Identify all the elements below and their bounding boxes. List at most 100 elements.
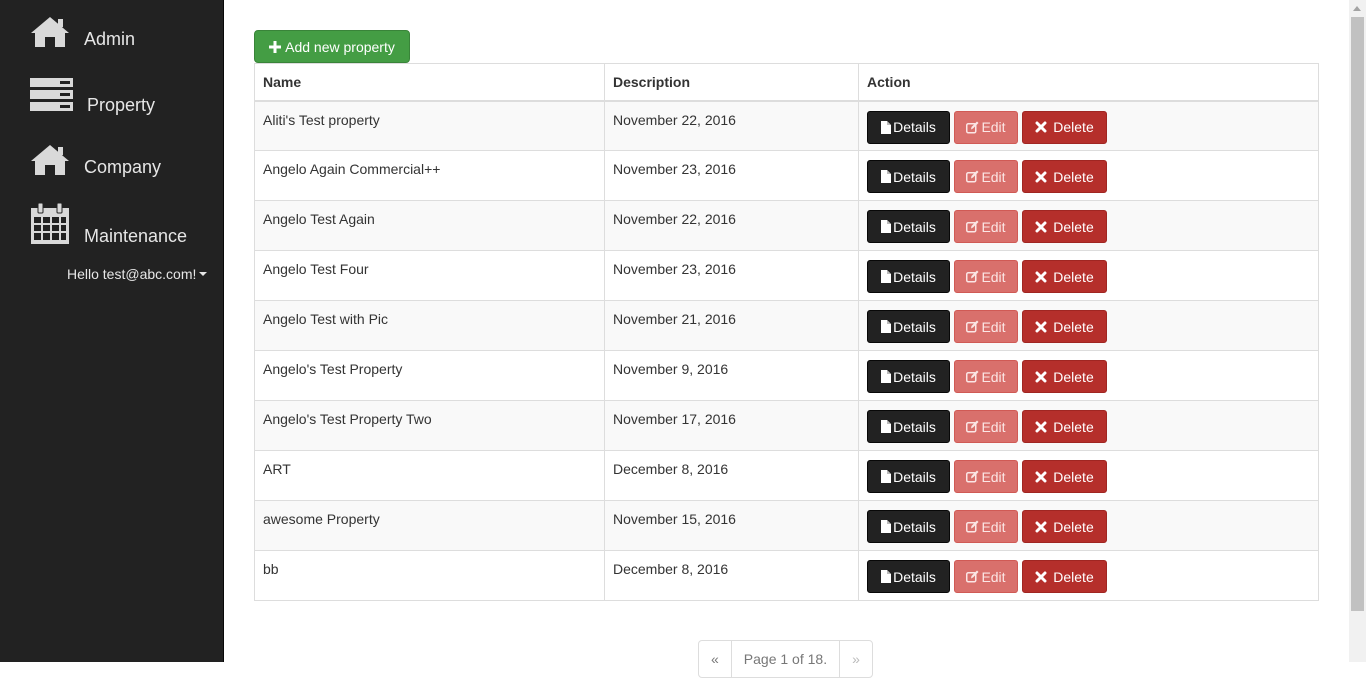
details-button[interactable]: Details bbox=[867, 210, 950, 243]
details-button[interactable]: Details bbox=[867, 310, 950, 343]
row-actions: Details Edit Delete bbox=[867, 210, 1310, 243]
details-label: Details bbox=[893, 318, 936, 335]
edit-icon bbox=[966, 320, 979, 333]
delete-button[interactable]: Delete bbox=[1022, 410, 1107, 443]
delete-button[interactable]: Delete bbox=[1022, 110, 1107, 144]
add-property-button[interactable]: Add new property bbox=[254, 30, 410, 63]
properties-table: Name Description Action Aliti's Test pro… bbox=[254, 63, 1319, 601]
edit-label: Edit bbox=[981, 168, 1006, 185]
cell-description: December 8, 2016 bbox=[604, 450, 859, 501]
row-actions: Details Edit Delete bbox=[867, 310, 1310, 343]
edit-label: Edit bbox=[981, 568, 1006, 585]
sidebar-item-label: Property bbox=[87, 95, 156, 115]
edit-button[interactable]: Edit bbox=[954, 160, 1018, 193]
details-button[interactable]: Details bbox=[867, 510, 950, 543]
file-icon bbox=[881, 120, 892, 134]
cell-description: November 15, 2016 bbox=[604, 500, 859, 551]
cell-actions: Details Edit Delete bbox=[858, 500, 1319, 551]
details-label: Details bbox=[893, 418, 936, 435]
delete-label: Delete bbox=[1053, 268, 1094, 285]
cell-name: ART bbox=[254, 450, 605, 501]
edit-icon bbox=[966, 470, 979, 483]
sidebar-item-property[interactable]: Property bbox=[30, 78, 155, 115]
cell-name: Angelo Test with Pic bbox=[254, 300, 605, 351]
row-actions: Details Edit Delete bbox=[867, 110, 1310, 144]
details-button[interactable]: Details bbox=[867, 260, 950, 293]
edit-label: Edit bbox=[981, 468, 1006, 485]
delete-button[interactable]: Delete bbox=[1022, 460, 1107, 493]
edit-icon bbox=[966, 570, 979, 583]
row-actions: Details Edit Delete bbox=[867, 360, 1310, 393]
row-actions: Details Edit Delete bbox=[867, 460, 1310, 493]
row-actions: Details Edit Delete bbox=[867, 560, 1310, 593]
details-label: Details bbox=[893, 268, 936, 285]
delete-button[interactable]: Delete bbox=[1022, 360, 1107, 393]
cell-name: Angelo Test Four bbox=[254, 250, 605, 301]
calendar-icon bbox=[31, 203, 69, 244]
details-button[interactable]: Details bbox=[867, 410, 950, 443]
table-row: Angelo's Test Property November 9, 2016 … bbox=[254, 350, 1319, 401]
edit-button[interactable]: Edit bbox=[954, 510, 1018, 543]
scrollbar-thumb[interactable] bbox=[1351, 17, 1364, 611]
table-row: Angelo Test Four November 23, 2016 Detai… bbox=[254, 250, 1319, 301]
delete-button[interactable]: Delete bbox=[1022, 260, 1107, 293]
cell-description: November 23, 2016 bbox=[604, 250, 859, 301]
delete-button[interactable]: Delete bbox=[1022, 510, 1107, 543]
details-label: Details bbox=[893, 168, 936, 185]
edit-button[interactable]: Edit bbox=[954, 110, 1018, 144]
server-icon bbox=[30, 78, 73, 111]
delete-button[interactable]: Delete bbox=[1022, 210, 1107, 243]
user-menu-toggle[interactable]: Hello test@abc.com! bbox=[67, 266, 208, 282]
edit-icon bbox=[966, 520, 979, 533]
delete-label: Delete bbox=[1053, 318, 1094, 335]
details-label: Details bbox=[893, 368, 936, 385]
column-header-name: Name bbox=[254, 63, 605, 102]
details-label: Details bbox=[893, 468, 936, 485]
edit-button[interactable]: Edit bbox=[954, 360, 1018, 393]
details-button[interactable]: Details bbox=[867, 110, 950, 144]
plus-icon bbox=[269, 40, 282, 53]
details-button[interactable]: Details bbox=[867, 460, 950, 493]
cell-actions: Details Edit Delete bbox=[858, 200, 1319, 251]
close-icon bbox=[1035, 371, 1047, 382]
close-icon bbox=[1035, 171, 1047, 182]
file-icon bbox=[881, 370, 892, 383]
cell-actions: Details Edit Delete bbox=[858, 300, 1319, 351]
details-button[interactable]: Details bbox=[867, 360, 950, 393]
pager-next[interactable]: » bbox=[840, 641, 872, 677]
edit-button[interactable]: Edit bbox=[954, 260, 1018, 293]
table-row: bb December 8, 2016 Details Edit Delete bbox=[254, 550, 1319, 601]
sidebar-item-maintenance[interactable]: Maintenance bbox=[30, 203, 187, 246]
edit-button[interactable]: Edit bbox=[954, 310, 1018, 343]
pager-prev[interactable]: « bbox=[699, 641, 732, 677]
details-button[interactable]: Details bbox=[867, 160, 950, 193]
scrollbar[interactable] bbox=[1349, 0, 1366, 662]
edit-button[interactable]: Edit bbox=[954, 560, 1018, 593]
sidebar-item-admin[interactable]: Admin bbox=[30, 16, 135, 49]
edit-button[interactable]: Edit bbox=[954, 460, 1018, 493]
cell-description: November 23, 2016 bbox=[604, 150, 859, 201]
sidebar-item-company[interactable]: Company bbox=[30, 144, 162, 177]
file-icon bbox=[881, 170, 892, 183]
edit-button[interactable]: Edit bbox=[954, 410, 1018, 443]
cell-description: November 22, 2016 bbox=[604, 100, 859, 151]
delete-label: Delete bbox=[1053, 418, 1094, 435]
delete-button[interactable]: Delete bbox=[1022, 310, 1107, 343]
details-button[interactable]: Details bbox=[867, 560, 950, 593]
cell-actions: Details Edit Delete bbox=[858, 400, 1319, 451]
file-icon bbox=[881, 520, 892, 533]
close-icon bbox=[1035, 121, 1047, 133]
cell-name: Aliti's Test property bbox=[254, 100, 605, 151]
details-label: Details bbox=[893, 218, 936, 235]
file-icon bbox=[881, 220, 892, 233]
file-icon bbox=[881, 270, 892, 283]
table-row: awesome Property November 15, 2016 Detai… bbox=[254, 500, 1319, 551]
edit-button[interactable]: Edit bbox=[954, 210, 1018, 243]
scroll-up-arrow-icon[interactable] bbox=[1353, 6, 1361, 11]
details-label: Details bbox=[893, 518, 936, 535]
delete-label: Delete bbox=[1053, 218, 1094, 235]
delete-button[interactable]: Delete bbox=[1022, 160, 1107, 193]
delete-button[interactable]: Delete bbox=[1022, 560, 1107, 593]
sidebar-item-label: Company bbox=[84, 157, 162, 177]
row-actions: Details Edit Delete bbox=[867, 160, 1310, 193]
